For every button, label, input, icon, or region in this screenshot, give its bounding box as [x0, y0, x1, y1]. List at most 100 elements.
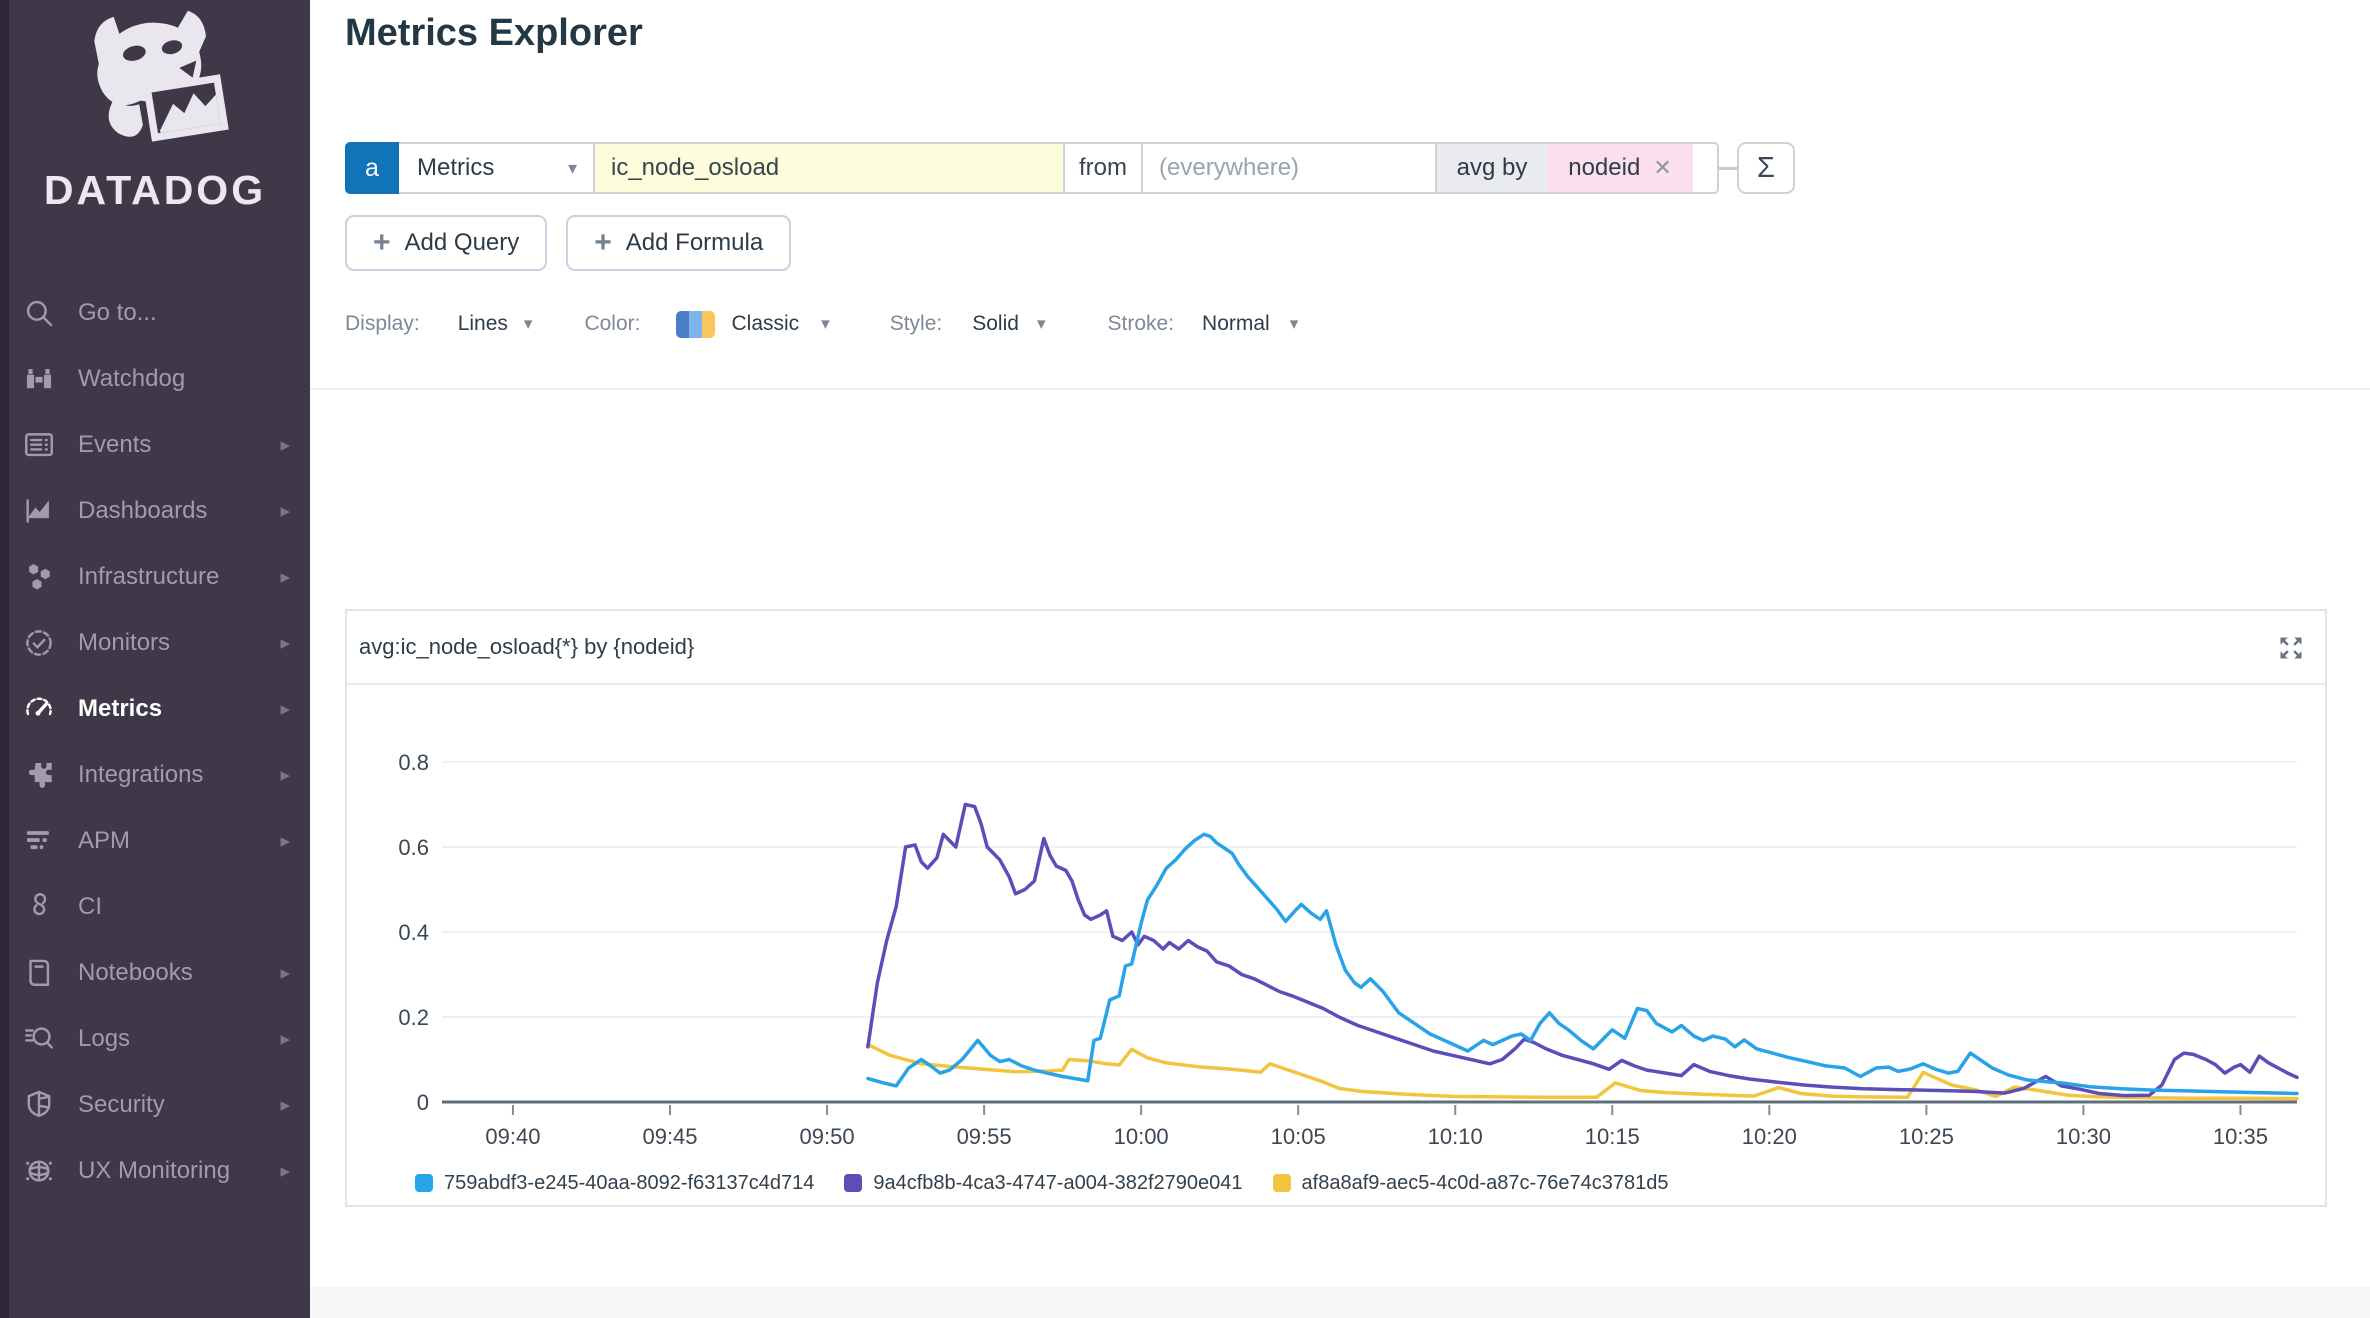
chevron-down-icon: ▾: [568, 158, 577, 179]
legend-item[interactable]: 9a4cfb8b-4ca3-4747-a004-382f2790e041: [844, 1172, 1242, 1195]
color-value-dropdown[interactable]: Classic: [731, 312, 799, 336]
sidebar-item-monitors[interactable]: Monitors ▸: [0, 610, 310, 676]
chevron-right-icon: ▸: [280, 1094, 290, 1117]
add-formula-button[interactable]: + Add Formula: [566, 215, 791, 271]
svg-text:0.2: 0.2: [398, 1005, 429, 1030]
search-icon: [22, 296, 56, 330]
metric-input[interactable]: ic_node_osload: [593, 144, 1063, 192]
plus-icon: +: [373, 228, 391, 258]
legend-label: af8a8af9-aec5-4c0d-a87c-76e74c3781d5: [1302, 1172, 1669, 1195]
dashboards-icon: [22, 494, 56, 528]
page-title: Metrics Explorer: [345, 12, 643, 55]
svg-text:10:05: 10:05: [1271, 1124, 1326, 1149]
chart-card: avg:ic_node_osload{*} by {nodeid} 00.20.…: [345, 609, 2327, 1207]
sidebar-item-dashboards[interactable]: Dashboards ▸: [0, 478, 310, 544]
legend-label: 759abdf3-e245-40aa-8092-f63137c4d714: [444, 1172, 814, 1195]
svg-text:0.6: 0.6: [398, 835, 429, 860]
main-content: Metrics Explorer a Metrics ▾ ic_node_osl…: [310, 0, 2370, 1318]
sidebar-item-label: Go to...: [78, 299, 157, 327]
chevron-right-icon: ▸: [280, 434, 290, 457]
legend-label: 9a4cfb8b-4ca3-4747-a004-382f2790e041: [873, 1172, 1242, 1195]
security-icon: [22, 1088, 56, 1122]
sidebar-item-label: Infrastructure: [78, 563, 219, 591]
sidebar-item-logs[interactable]: Logs ▸: [0, 1006, 310, 1072]
sidebar-item-events[interactable]: Events▸: [0, 412, 310, 478]
chart-legend: 759abdf3-e245-40aa-8092-f63137c4d714 9a4c…: [415, 1163, 1668, 1203]
sidebar-nav: Go to...WatchdogEvents▸Dashboards▸Infras…: [0, 280, 310, 1204]
sidebar-item-watchdog[interactable]: Watchdog: [0, 346, 310, 412]
sidebar-item-infrastructure[interactable]: Infrastructure ▸: [0, 544, 310, 610]
sidebar-item-metrics[interactable]: Metrics ▸: [0, 676, 310, 742]
color-palette-swatch[interactable]: [676, 311, 715, 338]
datadog-wordmark: DATADOG: [0, 167, 310, 214]
svg-text:09:50: 09:50: [800, 1124, 855, 1149]
chevron-right-icon: ▸: [280, 1028, 290, 1051]
chevron-down-icon[interactable]: ▾: [821, 314, 830, 334]
style-label: Style:: [890, 312, 943, 336]
query-actions: + Add Query + Add Formula: [345, 215, 791, 271]
sidebar-item-label: APM: [78, 827, 130, 855]
sidebar-item-label: Dashboards: [78, 497, 207, 525]
chevron-right-icon: ▸: [280, 1160, 290, 1183]
color-label: Color:: [584, 312, 640, 336]
ux-icon: [22, 1154, 56, 1188]
infrastructure-icon: [22, 560, 56, 594]
sidebar-item-go-to[interactable]: Go to...: [0, 280, 310, 346]
display-value-dropdown[interactable]: Lines: [458, 312, 508, 336]
aggregate-sigma-button[interactable]: Σ: [1737, 142, 1795, 194]
display-toolbar: Display: Lines ▾ Color: Classic ▾ Style:…: [345, 302, 1298, 346]
section-divider: [310, 388, 2370, 390]
sidebar-item-label: Watchdog: [78, 365, 185, 393]
chevron-down-icon[interactable]: ▾: [1290, 314, 1299, 334]
chevron-right-icon: ▸: [280, 632, 290, 655]
group-tag-pill[interactable]: nodeid ✕: [1547, 144, 1693, 192]
legend-swatch: [844, 1174, 862, 1192]
plus-icon: +: [594, 228, 612, 258]
sidebar-item-label: Monitors: [78, 629, 170, 657]
remove-tag-icon[interactable]: ✕: [1653, 155, 1671, 181]
sidebar-item-security[interactable]: Security▸: [0, 1072, 310, 1138]
chevron-right-icon: ▸: [280, 698, 290, 721]
chevron-down-icon[interactable]: ▾: [524, 314, 533, 334]
legend-swatch: [1273, 1174, 1291, 1192]
legend-item[interactable]: af8a8af9-aec5-4c0d-a87c-76e74c3781d5: [1273, 1172, 1669, 1195]
datadog-logo: DATADOG: [0, 4, 310, 214]
logs-icon: [22, 1022, 56, 1056]
sidebar-item-ux-monitoring[interactable]: UX Monitoring▸: [0, 1138, 310, 1204]
query-letter-badge[interactable]: a: [345, 142, 399, 194]
chevron-down-icon[interactable]: ▾: [1037, 314, 1046, 334]
chart-card-header: avg:ic_node_osload{*} by {nodeid}: [347, 611, 2325, 685]
sidebar-item-apm[interactable]: APM▸: [0, 808, 310, 874]
stroke-value-dropdown[interactable]: Normal: [1202, 312, 1270, 336]
svg-text:10:15: 10:15: [1585, 1124, 1640, 1149]
footer-strip: [310, 1287, 2370, 1318]
svg-text:09:55: 09:55: [957, 1124, 1012, 1149]
sidebar-item-label: Integrations: [78, 761, 203, 789]
scope-input[interactable]: (everywhere): [1141, 144, 1435, 192]
query-row: a Metrics ▾ ic_node_osload from (everywh…: [345, 142, 1795, 194]
add-query-button[interactable]: + Add Query: [345, 215, 547, 271]
sidebar-item-notebooks[interactable]: Notebooks▸: [0, 940, 310, 1006]
stroke-label: Stroke:: [1108, 312, 1175, 336]
style-value-dropdown[interactable]: Solid: [972, 312, 1019, 336]
chevron-right-icon: ▸: [280, 764, 290, 787]
legend-item[interactable]: 759abdf3-e245-40aa-8092-f63137c4d714: [415, 1172, 814, 1195]
sidebar-item-label: Metrics: [78, 695, 162, 723]
sidebar-item-integrations[interactable]: Integrations ▸: [0, 742, 310, 808]
avg-by-label: avg by: [1435, 144, 1547, 192]
chevron-right-icon: ▸: [280, 500, 290, 523]
timeseries-plot: 00.20.40.60.809:4009:4509:5009:5510:0010…: [347, 687, 2325, 1157]
query-group: Metrics ▾ ic_node_osload from (everywher…: [399, 142, 1719, 194]
svg-text:10:20: 10:20: [1742, 1124, 1797, 1149]
svg-text:09:45: 09:45: [642, 1124, 697, 1149]
datadog-dog-icon: [70, 4, 240, 156]
sidebar-item-label: Logs: [78, 1025, 130, 1053]
binoculars-icon: [22, 362, 56, 396]
source-select[interactable]: Metrics ▾: [399, 144, 593, 192]
sidebar-item-ci[interactable]: CI: [0, 874, 310, 940]
monitors-icon: [22, 626, 56, 660]
ci-icon: [22, 890, 56, 924]
chevron-right-icon: ▸: [280, 566, 290, 589]
expand-icon[interactable]: [2277, 634, 2305, 662]
chart-title: avg:ic_node_osload{*} by {nodeid}: [359, 634, 694, 660]
